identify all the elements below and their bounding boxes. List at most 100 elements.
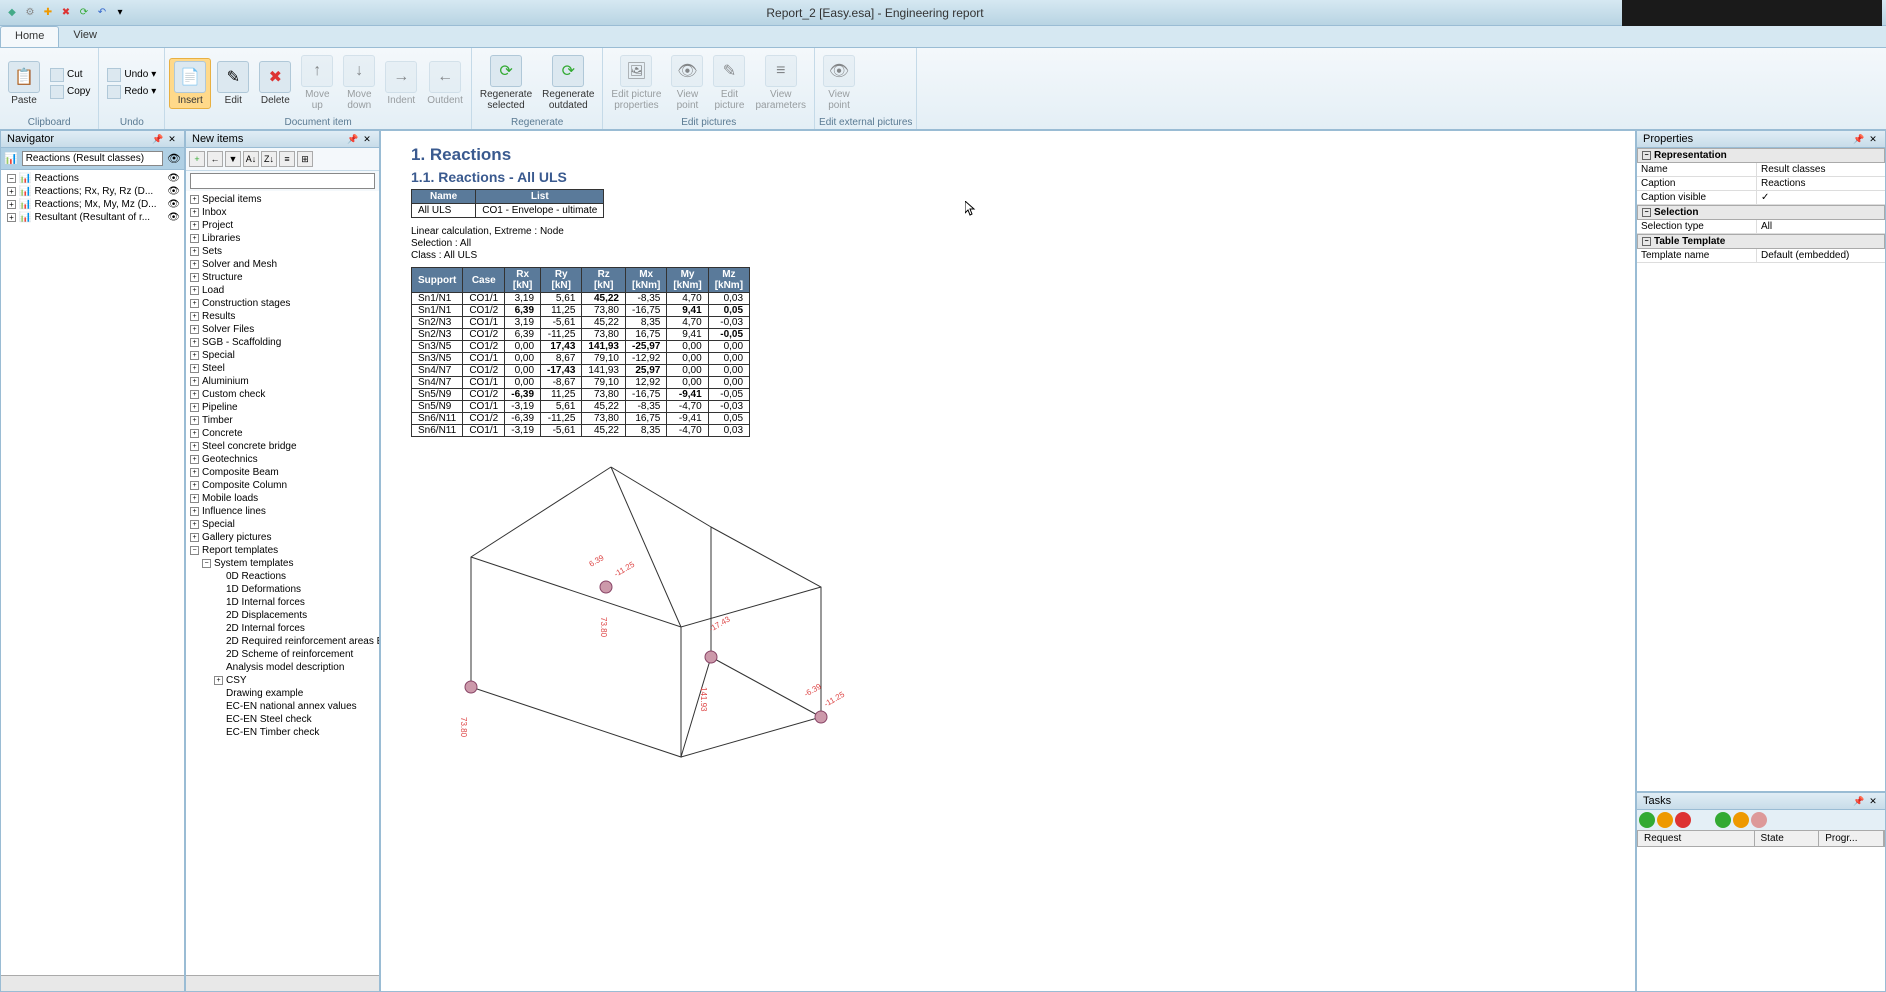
navigator-selector[interactable]: Reactions (Result classes)	[22, 151, 163, 166]
expand-icon[interactable]: +	[190, 299, 199, 308]
outdent-button[interactable]: ←Outdent	[423, 59, 467, 108]
insert-button[interactable]: 📄Insert	[169, 58, 211, 109]
expand-icon[interactable]: +	[190, 455, 199, 464]
expand-icon[interactable]: +	[190, 429, 199, 438]
expand-icon[interactable]: +	[190, 533, 199, 542]
expand-icon[interactable]: +	[190, 481, 199, 490]
new-icon[interactable]: ✚	[40, 5, 56, 21]
task-pause2-icon[interactable]	[1733, 812, 1749, 828]
prop-value[interactable]: Result classes	[1757, 163, 1885, 176]
edit-picture-button[interactable]: ✎Edit picture	[709, 53, 749, 113]
edit-button[interactable]: ✎Edit	[213, 59, 253, 108]
tab-home[interactable]: Home	[0, 26, 59, 47]
expand-icon[interactable]: +	[190, 416, 199, 425]
expand-icon[interactable]: +	[190, 273, 199, 282]
ni-add-icon[interactable]: +	[189, 151, 205, 167]
view-params-button[interactable]: ≡View parameters	[751, 53, 810, 113]
newitems-node[interactable]: +Libraries	[190, 232, 375, 245]
task-pause-icon[interactable]	[1657, 812, 1673, 828]
paste-button[interactable]: 📋Paste	[4, 59, 44, 108]
newitems-node[interactable]: +Special	[190, 518, 375, 531]
qat-dropdown-icon[interactable]: ▾	[112, 5, 128, 21]
expand-icon[interactable]: +	[190, 208, 199, 217]
newitems-node[interactable]: +CSY	[190, 674, 375, 687]
ni-filter-icon[interactable]: ▼	[225, 151, 241, 167]
newitems-leaf[interactable]: EC-EN Steel check	[190, 713, 375, 726]
newitems-node[interactable]: +Composite Beam	[190, 466, 375, 479]
pin-icon[interactable]: 📌	[1853, 795, 1865, 807]
newitems-node[interactable]: +Inbox	[190, 206, 375, 219]
newitems-node[interactable]: +Timber	[190, 414, 375, 427]
pin-icon[interactable]: 📌	[1853, 133, 1865, 145]
newitems-node[interactable]: +Concrete	[190, 427, 375, 440]
expand-icon[interactable]: +	[190, 507, 199, 516]
expand-icon[interactable]: +	[190, 442, 199, 451]
newitems-node[interactable]: +Influence lines	[190, 505, 375, 518]
navigator-item[interactable]: −📊Reactions👁	[3, 172, 182, 185]
close-icon[interactable]: ✕	[166, 133, 178, 145]
close-icon[interactable]: ✕	[1867, 133, 1879, 145]
ni-back-icon[interactable]: ←	[207, 151, 223, 167]
expand-icon[interactable]: +	[190, 286, 199, 295]
view-point-button[interactable]: 👁View point	[667, 53, 707, 113]
expand-icon[interactable]: +	[190, 312, 199, 321]
ext-view-point-button[interactable]: 👁View point	[819, 53, 859, 113]
move-down-button[interactable]: ↓Move down	[339, 53, 379, 113]
newitems-node[interactable]: +Structure	[190, 271, 375, 284]
newitems-node[interactable]: +Steel	[190, 362, 375, 375]
newitems-node[interactable]: +Custom check	[190, 388, 375, 401]
task-stop-icon[interactable]	[1675, 812, 1691, 828]
prop-section-table-template[interactable]: −Table Template	[1637, 234, 1885, 249]
newitems-leaf[interactable]: 0D Reactions	[190, 570, 375, 583]
task-play-icon[interactable]	[1639, 812, 1655, 828]
eye-icon[interactable]: 👁	[167, 173, 180, 184]
undo-icon[interactable]: ↶	[94, 5, 110, 21]
newitems-leaf[interactable]: 1D Deformations	[190, 583, 375, 596]
report-area[interactable]: 1. Reactions 1.1. Reactions - All ULS Na…	[380, 130, 1636, 992]
expand-icon[interactable]: +	[190, 403, 199, 412]
indent-button[interactable]: →Indent	[381, 59, 421, 108]
newitems-leaf[interactable]: 2D Internal forces	[190, 622, 375, 635]
newitems-node[interactable]: +Special	[190, 349, 375, 362]
task-stop2-icon[interactable]	[1751, 812, 1767, 828]
newitems-leaf[interactable]: 2D Required reinforcement areas E	[190, 635, 375, 648]
expand-icon[interactable]: +	[190, 338, 199, 347]
expand-icon[interactable]: +	[190, 195, 199, 204]
nav-icon[interactable]: 📊	[4, 152, 18, 165]
newitems-node[interactable]: +Construction stages	[190, 297, 375, 310]
newitems-search-input[interactable]	[190, 173, 375, 189]
ni-list-icon[interactable]: ≡	[279, 151, 295, 167]
newitems-node[interactable]: +Steel concrete bridge	[190, 440, 375, 453]
newitems-node[interactable]: +Composite Column	[190, 479, 375, 492]
delete-button[interactable]: ✖Delete	[255, 59, 295, 108]
expand-icon[interactable]: +	[190, 390, 199, 399]
app-icon[interactable]: ◆	[4, 5, 20, 21]
newitems-leaf[interactable]: Analysis model description	[190, 661, 375, 674]
collapse-icon[interactable]: −	[1642, 237, 1651, 246]
newitems-node[interactable]: +Sets	[190, 245, 375, 258]
pin-icon[interactable]: 📌	[347, 133, 359, 145]
expand-icon[interactable]: +	[190, 494, 199, 503]
eye-icon[interactable]: 👁	[167, 212, 180, 223]
prop-section-selection[interactable]: −Selection	[1637, 205, 1885, 220]
expand-icon[interactable]: +	[190, 351, 199, 360]
pin-icon[interactable]: 📌	[152, 133, 164, 145]
newitems-node[interactable]: +Load	[190, 284, 375, 297]
expand-icon[interactable]: +	[190, 468, 199, 477]
expand-icon[interactable]: +	[190, 364, 199, 373]
newitems-node[interactable]: +Mobile loads	[190, 492, 375, 505]
move-up-button[interactable]: ↑Move up	[297, 53, 337, 113]
eye-icon[interactable]: 👁	[167, 152, 181, 165]
newitems-node[interactable]: +Special items	[190, 193, 375, 206]
navigator-hscroll[interactable]	[1, 975, 184, 991]
expander-icon[interactable]: −	[7, 174, 16, 183]
collapse-icon[interactable]: −	[1642, 208, 1651, 217]
navigator-item[interactable]: +📊Reactions; Rx, Ry, Rz (D...👁	[3, 185, 182, 198]
newitems-leaf[interactable]: Drawing example	[190, 687, 375, 700]
expand-icon[interactable]: +	[214, 676, 223, 685]
newitems-node[interactable]: −Report templates	[190, 544, 375, 557]
prop-value[interactable]: All	[1757, 220, 1885, 233]
expand-icon[interactable]: +	[190, 221, 199, 230]
expand-icon[interactable]: +	[190, 325, 199, 334]
edit-pic-props-button[interactable]: 🖼Edit picture properties	[607, 53, 665, 113]
